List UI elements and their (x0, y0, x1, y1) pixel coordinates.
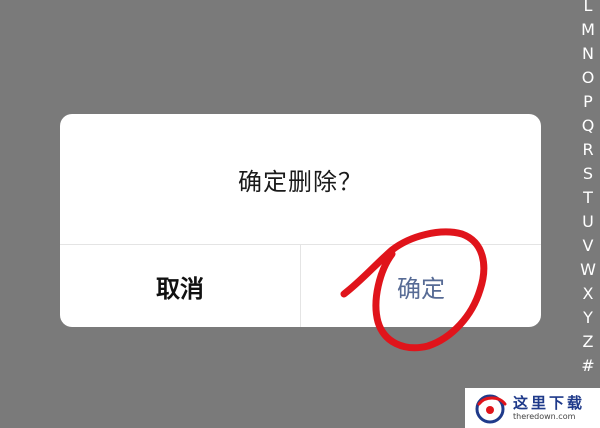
index-letter-w[interactable]: W (576, 258, 600, 282)
alphabet-index-bar[interactable]: L M N O P Q R S T U V W X Y Z # (576, 0, 600, 378)
confirm-button[interactable]: 确定 (301, 245, 541, 327)
index-letter-r[interactable]: R (576, 138, 600, 162)
dialog-message: 确定删除？ (238, 167, 363, 196)
index-letter-o[interactable]: O (576, 66, 600, 90)
watermark-url: theredown.com (513, 412, 576, 421)
index-letter-l[interactable]: L (576, 0, 600, 18)
index-letter-t[interactable]: T (576, 186, 600, 210)
cancel-button[interactable]: 取消 (60, 245, 300, 327)
watermark: 这里下载 theredown.com (465, 388, 600, 428)
index-letter-z[interactable]: Z (576, 330, 600, 354)
index-letter-u[interactable]: U (576, 210, 600, 234)
index-letter-x[interactable]: X (576, 282, 600, 306)
index-letter-y[interactable]: Y (576, 306, 600, 330)
watermark-text: 这里下载 (513, 394, 586, 412)
index-letter-v[interactable]: V (576, 234, 600, 258)
index-letter-p[interactable]: P (576, 90, 600, 114)
index-letter-s[interactable]: S (576, 162, 600, 186)
index-letter-hash[interactable]: # (576, 354, 600, 378)
index-letter-n[interactable]: N (576, 42, 600, 66)
delete-confirm-dialog: 确定删除？ 取消 确定 (60, 114, 541, 327)
watermark-logo-icon (475, 394, 507, 424)
index-letter-m[interactable]: M (576, 18, 600, 42)
index-letter-q[interactable]: Q (576, 114, 600, 138)
